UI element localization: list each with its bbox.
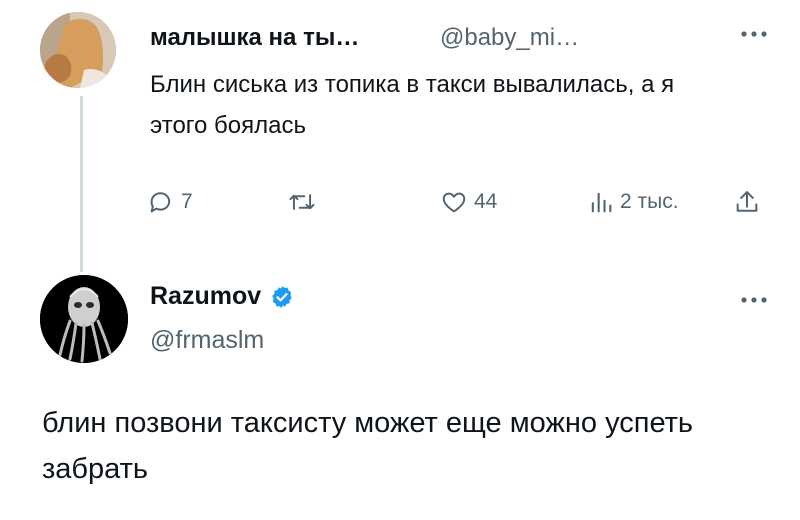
reply-handle[interactable]: @frmaslm (150, 326, 264, 355)
verified-icon (272, 285, 292, 308)
like-count: 44 (474, 190, 498, 213)
more-icon[interactable] (736, 24, 772, 44)
parent-handle[interactable]: @baby_mi… (440, 24, 579, 52)
views-count: 2 тыс. (620, 190, 679, 213)
views-icon (591, 192, 612, 213)
reply-button[interactable]: 7 (147, 188, 193, 216)
like-icon (442, 192, 466, 213)
parent-display-name[interactable]: малышка на ты… (150, 24, 359, 52)
like-button[interactable]: 44 (440, 188, 497, 216)
reply-count: 7 (181, 190, 193, 213)
reply-tweet-text: блин позвони таксисту может еще можно ус… (42, 407, 694, 485)
retweet-icon (289, 194, 315, 210)
avatar-reply-image (40, 275, 128, 363)
retweet-button[interactable] (287, 188, 317, 216)
parent-tweet-text: Блин сиська из топика в такси вывалилась… (150, 71, 675, 139)
avatar-parent[interactable] (40, 12, 116, 88)
reply-icon (150, 192, 171, 213)
avatar-reply[interactable] (40, 275, 128, 363)
reply-name-row: Razumov (150, 282, 295, 311)
share-icon (736, 191, 758, 212)
thread-line (80, 96, 83, 272)
views-button[interactable]: 2 тыс. (588, 188, 679, 216)
more-icon[interactable] (736, 290, 772, 310)
reply-display-name[interactable]: Razumov (150, 282, 261, 311)
share-button[interactable] (733, 188, 761, 216)
avatar-parent-image (40, 12, 116, 88)
